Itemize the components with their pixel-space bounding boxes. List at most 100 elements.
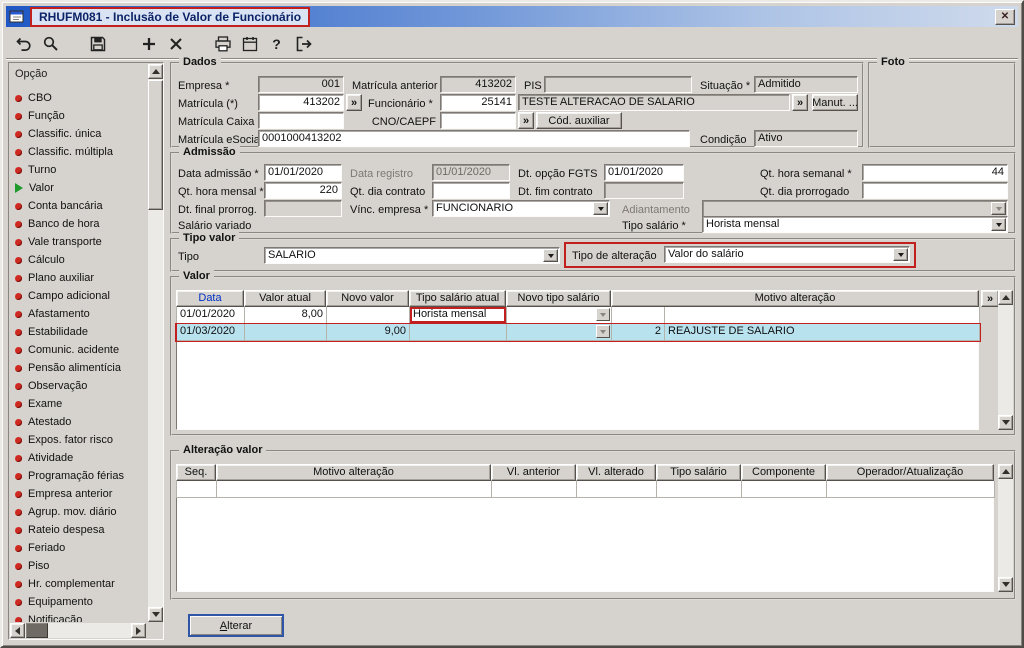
valor-vertical-scrollbar[interactable] <box>998 290 1013 430</box>
scroll-down-button[interactable] <box>998 415 1013 430</box>
matricula-esocial-field[interactable]: 0001000413202 <box>258 130 690 147</box>
sidebar-item-feriado[interactable]: Feriado <box>11 539 147 557</box>
cell-motivo-codigo[interactable] <box>612 307 665 324</box>
sidebar-item-atividade[interactable]: Atividade <box>11 449 147 467</box>
cell-data[interactable]: 01/01/2020 <box>177 307 245 324</box>
cell-novo-tipo-salario[interactable] <box>507 324 612 341</box>
title-bar[interactable]: RHUFM081 - Inclusão de Valor de Funcioná… <box>6 6 1018 27</box>
cell-novo-tipo-salario[interactable] <box>507 307 612 324</box>
chevron-down-icon[interactable] <box>593 202 608 215</box>
sidebar-item-banco-de-hora[interactable]: Banco de hora <box>11 215 147 233</box>
manut-button[interactable]: Manut. ... <box>812 94 858 111</box>
scroll-left-button[interactable] <box>10 623 25 638</box>
scroll-up-button[interactable] <box>998 290 1013 305</box>
column-header-motivo-alteracao[interactable]: Motivo alteração <box>611 290 979 307</box>
scroll-right-button[interactable] <box>131 623 146 638</box>
cell-tipo-salario-atual-highlighted[interactable]: Horista mensal <box>410 307 507 324</box>
column-header-novo-valor[interactable]: Novo valor <box>326 290 409 307</box>
scroll-up-button[interactable] <box>148 64 163 79</box>
print-button[interactable] <box>211 32 234 55</box>
cno-lookup-button[interactable]: » <box>518 112 534 129</box>
cell-tipo-salario-atual[interactable] <box>410 324 507 341</box>
dt-opcao-fgts-field[interactable]: 01/01/2020 <box>604 164 684 181</box>
valor-table-row-2-selected[interactable]: 01/03/2020 9,00 2 REAJUSTE DE SALARIO <box>175 323 981 342</box>
column-header-componente[interactable]: Componente <box>741 464 826 481</box>
scroll-thumb[interactable] <box>26 623 48 638</box>
column-header-tipo-salario-atual[interactable]: Tipo salário atual <box>409 290 506 307</box>
sidebar-horizontal-scrollbar[interactable] <box>10 623 146 638</box>
column-header-seq[interactable]: Seq. <box>176 464 216 481</box>
sidebar-item-atestado[interactable]: Atestado <box>11 413 147 431</box>
close-button[interactable]: ✕ <box>995 8 1015 25</box>
data-admissao-field[interactable]: 01/01/2020 <box>264 164 342 181</box>
sidebar-item-agrup-mov-diario[interactable]: Agrup. mov. diário <box>11 503 147 521</box>
tipo-dropdown[interactable]: SALARIO <box>264 247 560 264</box>
valor-lookup-button[interactable]: » <box>981 290 999 307</box>
chevron-down-icon[interactable] <box>893 248 908 261</box>
column-header-operador-atualizacao[interactable]: Operador/Atualização <box>826 464 994 481</box>
alteracao-valor-vertical-scrollbar[interactable] <box>998 464 1013 592</box>
sidebar-item-estabilidade[interactable]: Estabilidade <box>11 323 147 341</box>
tipo-salario-dropdown[interactable]: Horista mensal <box>702 216 1008 233</box>
sidebar-item-vale-transporte[interactable]: Vale transporte <box>11 233 147 251</box>
chevron-down-icon[interactable] <box>596 308 610 321</box>
cell-novo-valor[interactable]: 9,00 <box>327 324 410 341</box>
sidebar-item-rateio-despesa[interactable]: Rateio despesa <box>11 521 147 539</box>
funcionario-lookup-button[interactable]: » <box>792 94 808 111</box>
alterar-button[interactable]: Alterar <box>188 614 284 637</box>
sidebar-item-exame[interactable]: Exame <box>11 395 147 413</box>
qt-hora-mensal-field[interactable]: 220 <box>264 182 342 199</box>
calendar-button[interactable] <box>238 32 261 55</box>
sidebar-vertical-scrollbar[interactable] <box>148 64 163 622</box>
sidebar-item-cbo[interactable]: CBO <box>11 89 147 107</box>
chevron-down-icon[interactable] <box>596 325 610 338</box>
sidebar-item-campo-adicional[interactable]: Campo adicional <box>11 287 147 305</box>
sidebar-item-funcao[interactable]: Função <box>11 107 147 125</box>
qt-hora-semanal-field[interactable]: 44 <box>862 164 1008 181</box>
sidebar-item-classific-unica[interactable]: Classific. única <box>11 125 147 143</box>
chevron-down-icon[interactable] <box>991 218 1006 231</box>
sidebar-item-expos-fator-risco[interactable]: Expos. fator risco <box>11 431 147 449</box>
column-header-vl-anterior[interactable]: Vl. anterior <box>491 464 576 481</box>
search-button[interactable] <box>39 32 62 55</box>
column-header-motivo-alteracao[interactable]: Motivo alteração <box>216 464 491 481</box>
sidebar-item-piso[interactable]: Piso <box>11 557 147 575</box>
sidebar-item-comunic-acidente[interactable]: Comunic. acidente <box>11 341 147 359</box>
sidebar-item-valor-selected[interactable]: Valor <box>11 179 147 197</box>
tipo-alteracao-dropdown[interactable]: Valor do salário <box>664 246 910 263</box>
alteracao-valor-empty-row[interactable] <box>176 481 995 498</box>
cell-valor-atual[interactable] <box>245 324 327 341</box>
sidebar-item-equipamento[interactable]: Equipamento <box>11 593 147 611</box>
cell-data[interactable]: 01/03/2020 <box>177 324 245 341</box>
undo-button[interactable] <box>12 32 35 55</box>
sidebar-item-pensao-alimenticia[interactable]: Pensão alimentícia <box>11 359 147 377</box>
column-header-vl-alterado[interactable]: Vl. alterado <box>576 464 656 481</box>
sidebar-item-afastamento[interactable]: Afastamento <box>11 305 147 323</box>
chevron-down-icon[interactable] <box>543 249 558 262</box>
delete-button[interactable] <box>164 32 187 55</box>
cell-motivo-descricao[interactable] <box>665 307 980 324</box>
sidebar-item-plano-auxiliar[interactable]: Plano auxiliar <box>11 269 147 287</box>
sidebar-item-notificacao[interactable]: Notificação <box>11 611 147 622</box>
scroll-thumb[interactable] <box>148 80 163 210</box>
cell-motivo-codigo[interactable]: 2 <box>612 324 665 341</box>
sidebar-item-calculo[interactable]: Cálculo <box>11 251 147 269</box>
column-header-data[interactable]: Data <box>176 290 244 307</box>
cell-valor-atual[interactable]: 8,00 <box>245 307 327 324</box>
save-button[interactable] <box>86 32 109 55</box>
scroll-up-button[interactable] <box>998 464 1013 479</box>
sidebar-item-empresa-anterior[interactable]: Empresa anterior <box>11 485 147 503</box>
sidebar-item-programacao-ferias[interactable]: Programação férias <box>11 467 147 485</box>
cell-novo-valor[interactable] <box>327 307 410 324</box>
help-button[interactable]: ? <box>265 32 288 55</box>
scroll-down-button[interactable] <box>148 607 163 622</box>
scroll-down-button[interactable] <box>998 577 1013 592</box>
qt-dia-contrato-field[interactable] <box>432 182 510 199</box>
add-button[interactable] <box>137 32 160 55</box>
valor-table-row-1[interactable]: 01/01/2020 8,00 Horista mensal <box>176 307 980 324</box>
sidebar-item-observacao[interactable]: Observação <box>11 377 147 395</box>
sidebar-item-classific-multipla[interactable]: Classific. múltipla <box>11 143 147 161</box>
funcionario-code-field[interactable]: 25141 <box>440 94 516 111</box>
sidebar-item-turno[interactable]: Turno <box>11 161 147 179</box>
vinc-empresa-dropdown[interactable]: FUNCIONARIO <box>432 200 610 217</box>
